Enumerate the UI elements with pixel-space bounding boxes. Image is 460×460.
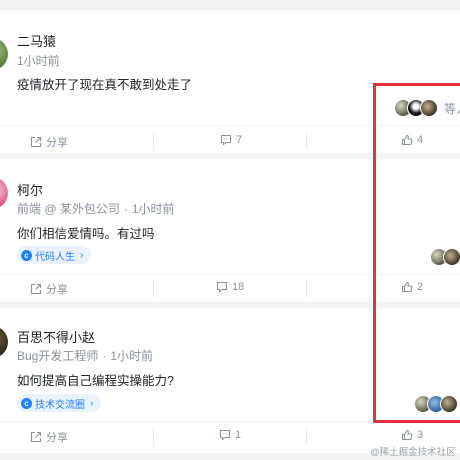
share-icon xyxy=(30,431,42,443)
watermark: @稀土掘金技术社区 xyxy=(370,447,456,458)
comment-button[interactable]: 18 xyxy=(216,281,244,293)
comment-icon xyxy=(219,429,231,441)
share-icon xyxy=(30,283,42,295)
action-separator xyxy=(306,429,307,445)
post-time: 1小时前 xyxy=(17,54,60,68)
post-time: 1小时前 xyxy=(110,349,154,363)
share-label: 分享 xyxy=(46,432,68,444)
like-count: 3 xyxy=(417,429,424,441)
share-button[interactable]: 分享 xyxy=(30,134,68,150)
avatar[interactable] xyxy=(0,326,8,358)
avatar[interactable] xyxy=(0,38,8,70)
topic-tag[interactable]: c 代码人生 › xyxy=(17,246,92,264)
username[interactable]: 柯尔 xyxy=(17,180,43,199)
highlight-box xyxy=(373,83,460,423)
share-label: 分享 xyxy=(46,284,68,296)
comment-button[interactable]: 7 xyxy=(220,134,242,146)
post-content[interactable]: 如何提高自己编程实操能力? xyxy=(17,370,174,389)
comment-icon xyxy=(220,134,232,146)
post-content[interactable]: 你们相信爱情吗。有过吗 xyxy=(17,223,155,242)
post-meta: Bug开发工程师 · 1小时前 xyxy=(17,347,153,364)
username[interactable]: 百思不得小赵 xyxy=(17,327,95,346)
action-separator xyxy=(306,134,307,150)
chevron-right-icon: › xyxy=(80,249,84,261)
action-separator xyxy=(153,281,154,297)
author-title: 前端 @ 某外包公司 xyxy=(17,202,120,216)
post-time: 1小时前 xyxy=(131,202,175,216)
post-content[interactable]: 疫情放开了现在真不敢到处走了 xyxy=(17,74,192,93)
avatar[interactable] xyxy=(0,177,8,209)
like-button[interactable]: 3 xyxy=(401,429,423,441)
thumbs-up-icon xyxy=(401,429,413,441)
share-button[interactable]: 分享 xyxy=(30,281,68,297)
topic-tag[interactable]: c 技术交流圈 › xyxy=(17,394,102,412)
comment-count: 18 xyxy=(232,281,245,293)
meta-dot: · xyxy=(102,349,107,363)
comment-count: 1 xyxy=(235,429,242,441)
share-label: 分享 xyxy=(46,137,68,149)
topic-label: 技术交流圈 xyxy=(35,399,85,411)
action-separator xyxy=(306,281,307,297)
comment-count: 7 xyxy=(236,134,243,146)
author-title: Bug开发工程师 xyxy=(17,349,99,363)
share-icon xyxy=(30,136,42,148)
comment-icon xyxy=(216,281,228,293)
topic-icon: c xyxy=(21,397,32,409)
topic-label: 代码人生 xyxy=(35,251,75,263)
meta-dot: · xyxy=(123,202,128,216)
topic-icon: c xyxy=(21,249,32,261)
chevron-right-icon: › xyxy=(90,397,94,409)
username[interactable]: 二马猿 xyxy=(17,31,56,50)
action-separator xyxy=(153,134,154,150)
action-separator xyxy=(153,429,154,445)
comment-button[interactable]: 1 xyxy=(219,429,241,441)
post-meta: 前端 @ 某外包公司 · 1小时前 xyxy=(17,200,175,217)
share-button[interactable]: 分享 xyxy=(30,429,68,445)
